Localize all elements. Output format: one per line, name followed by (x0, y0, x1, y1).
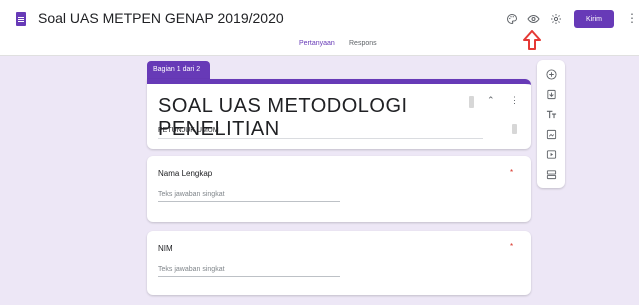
doc-title[interactable]: Soal UAS METPEN GENAP 2019/2020 (38, 10, 284, 26)
form-title[interactable]: SOAL UAS METODOLOGI PENELITIAN (158, 95, 531, 141)
tab-bar: Pertanyaan Respons (0, 40, 639, 56)
required-mark: * (510, 242, 514, 251)
preview-eye-icon[interactable] (525, 11, 541, 27)
description-scrollbar[interactable] (512, 124, 517, 134)
section-more-icon[interactable]: ⋮ (510, 95, 519, 106)
short-answer-placeholder: Teks jawaban singkat (158, 266, 225, 273)
question-label: NIM (158, 244, 173, 253)
required-mark: * (510, 168, 514, 177)
top-bar: Soal UAS METPEN GENAP 2019/2020 Kirim ⋮ … (0, 0, 639, 56)
description-underline (158, 138, 483, 139)
tab-responses[interactable]: Respons (349, 40, 377, 47)
forms-doc-icon[interactable] (16, 12, 26, 26)
palette-icon[interactable] (504, 11, 520, 27)
question-card-nim[interactable]: NIM * Teks jawaban singkat (147, 231, 531, 295)
settings-gear-icon[interactable] (548, 11, 564, 27)
add-question-icon[interactable] (545, 68, 557, 80)
add-image-icon[interactable] (545, 128, 557, 140)
import-questions-icon[interactable] (545, 88, 557, 100)
add-title-icon[interactable] (545, 108, 557, 120)
more-vert-icon[interactable]: ⋮ (626, 11, 638, 25)
add-video-icon[interactable] (545, 148, 557, 160)
question-card-name[interactable]: Nama Lengkap * Teks jawaban singkat (147, 156, 531, 222)
side-toolbar (537, 60, 565, 188)
annotation-arrow-icon (523, 30, 541, 50)
tab-questions[interactable]: Pertanyaan (299, 40, 335, 47)
question-label: Nama Lengkap (158, 169, 213, 178)
form-description[interactable]: PETUNJUK UMUM (158, 127, 219, 134)
title-scrollbar[interactable] (469, 96, 474, 108)
form-header-card[interactable]: SOAL UAS METODOLOGI PENELITIAN PETUNJUK … (147, 79, 531, 149)
answer-underline (158, 201, 340, 202)
answer-underline (158, 276, 340, 277)
add-section-icon[interactable] (545, 168, 557, 180)
section-tag: Bagian 1 dari 2 (147, 61, 210, 79)
short-answer-placeholder: Teks jawaban singkat (158, 191, 225, 198)
collapse-icon[interactable]: ⌃ (487, 95, 495, 106)
send-button[interactable]: Kirim (574, 10, 614, 28)
